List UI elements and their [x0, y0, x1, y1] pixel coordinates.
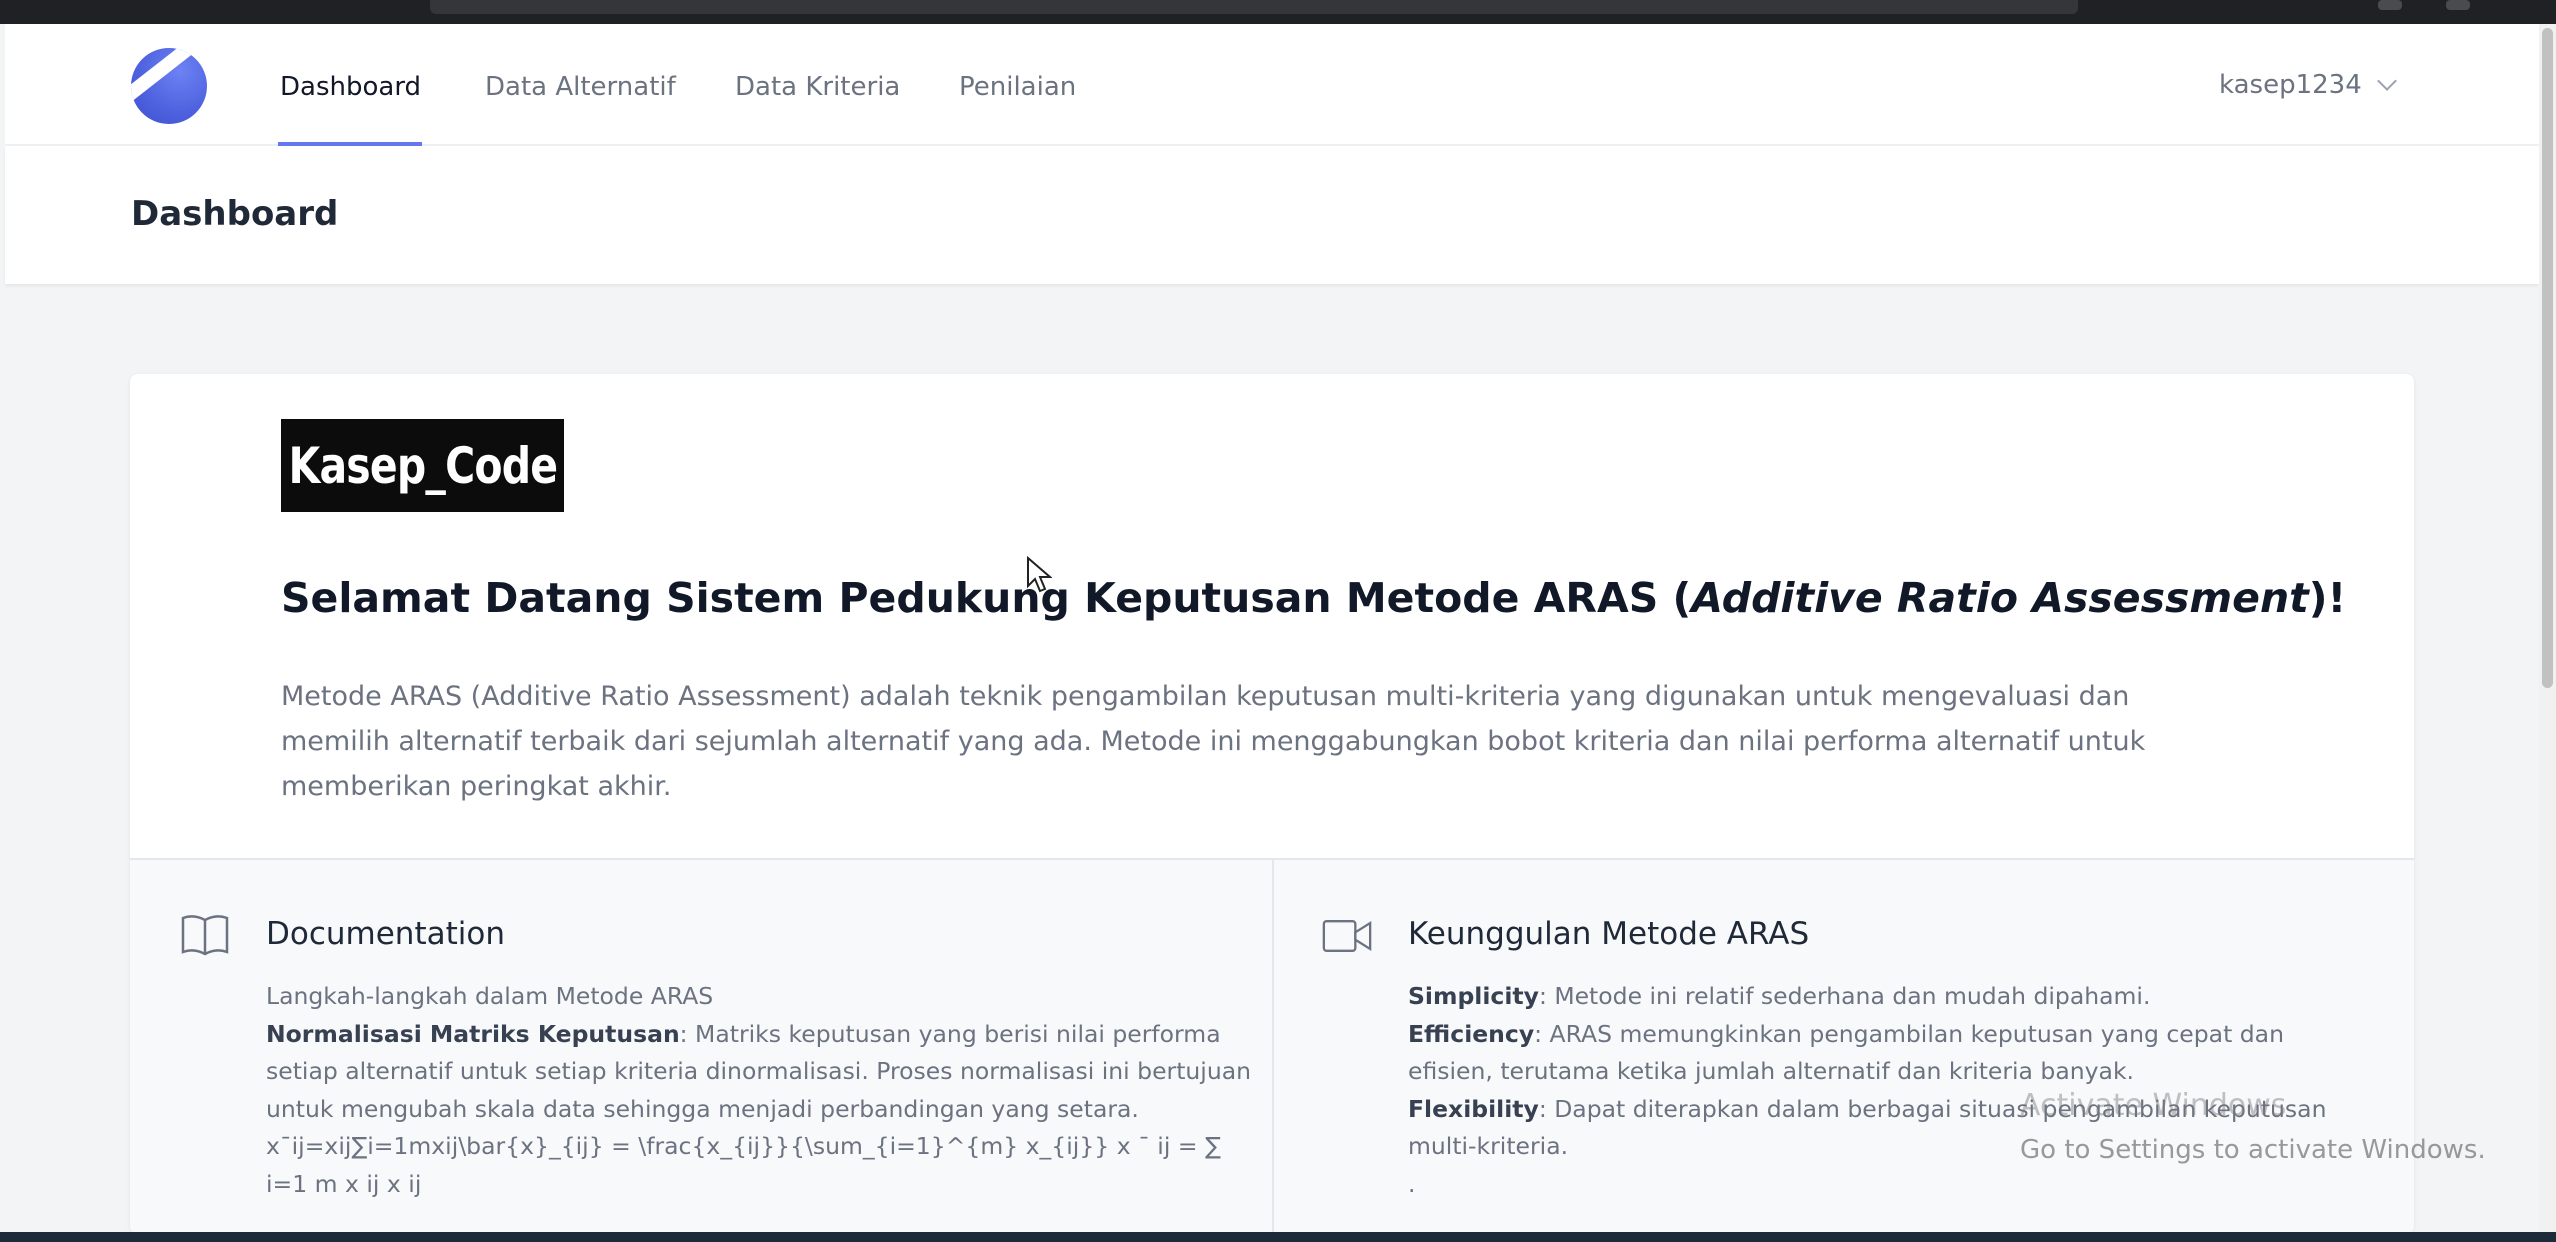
app-logo-icon[interactable] — [131, 48, 207, 124]
advantages-title: Keunggulan Metode ARAS — [1408, 916, 1810, 952]
page-header: Dashboard — [5, 146, 2539, 284]
chevron-down-icon[interactable] — [2376, 71, 2397, 91]
address-bar[interactable] — [430, 0, 2078, 14]
mouse-cursor-icon — [1027, 556, 1052, 593]
top-navbar: Dashboard Data Alternatif Data Kriteria … — [5, 24, 2539, 146]
advantage-item: Efficiency: ARAS memungkinkan pengambila… — [1408, 1019, 2284, 1086]
user-menu[interactable]: kasep1234 — [2219, 70, 2397, 100]
activation-watermark-subtitle: Go to Settings to activate Windows. — [2020, 1135, 2486, 1165]
nav-item-penilaian[interactable]: Penilaian — [959, 72, 1076, 102]
nav-item-data-kriteria[interactable]: Data Kriteria — [735, 72, 900, 102]
video-camera-icon — [1322, 920, 1372, 952]
nav-item-data-alternatif[interactable]: Data Alternatif — [485, 72, 676, 102]
username[interactable]: kasep1234 — [2219, 70, 2362, 100]
menu-icon[interactable] — [2446, 0, 2470, 10]
brand-text: Kasep_Code — [288, 436, 558, 495]
intro-paragraph: Metode ARAS (Additive Ratio Assessment) … — [281, 681, 2146, 802]
extension-icon[interactable] — [2378, 0, 2402, 10]
activation-watermark-title: Activate Windows — [2020, 1088, 2287, 1123]
brand-logo: Kasep_Code — [281, 419, 564, 512]
book-icon — [181, 915, 229, 956]
documentation-body: Langkah-langkah dalam Metode ARAS Normal… — [266, 982, 1252, 1198]
taskbar — [0, 1232, 2556, 1242]
page-title: Dashboard — [131, 194, 339, 234]
column-divider — [1272, 858, 1274, 1234]
scrollbar-thumb[interactable] — [2542, 28, 2553, 688]
welcome-heading: Selamat Datang Sistem Pedukung Keputusan… — [281, 574, 2347, 622]
browser-chrome — [0, 0, 2556, 24]
advantage-item: Simplicity: Metode ini relatif sederhana… — [1408, 982, 2151, 1010]
nav-item-dashboard[interactable]: Dashboard — [280, 72, 421, 102]
documentation-title: Documentation — [266, 916, 505, 952]
